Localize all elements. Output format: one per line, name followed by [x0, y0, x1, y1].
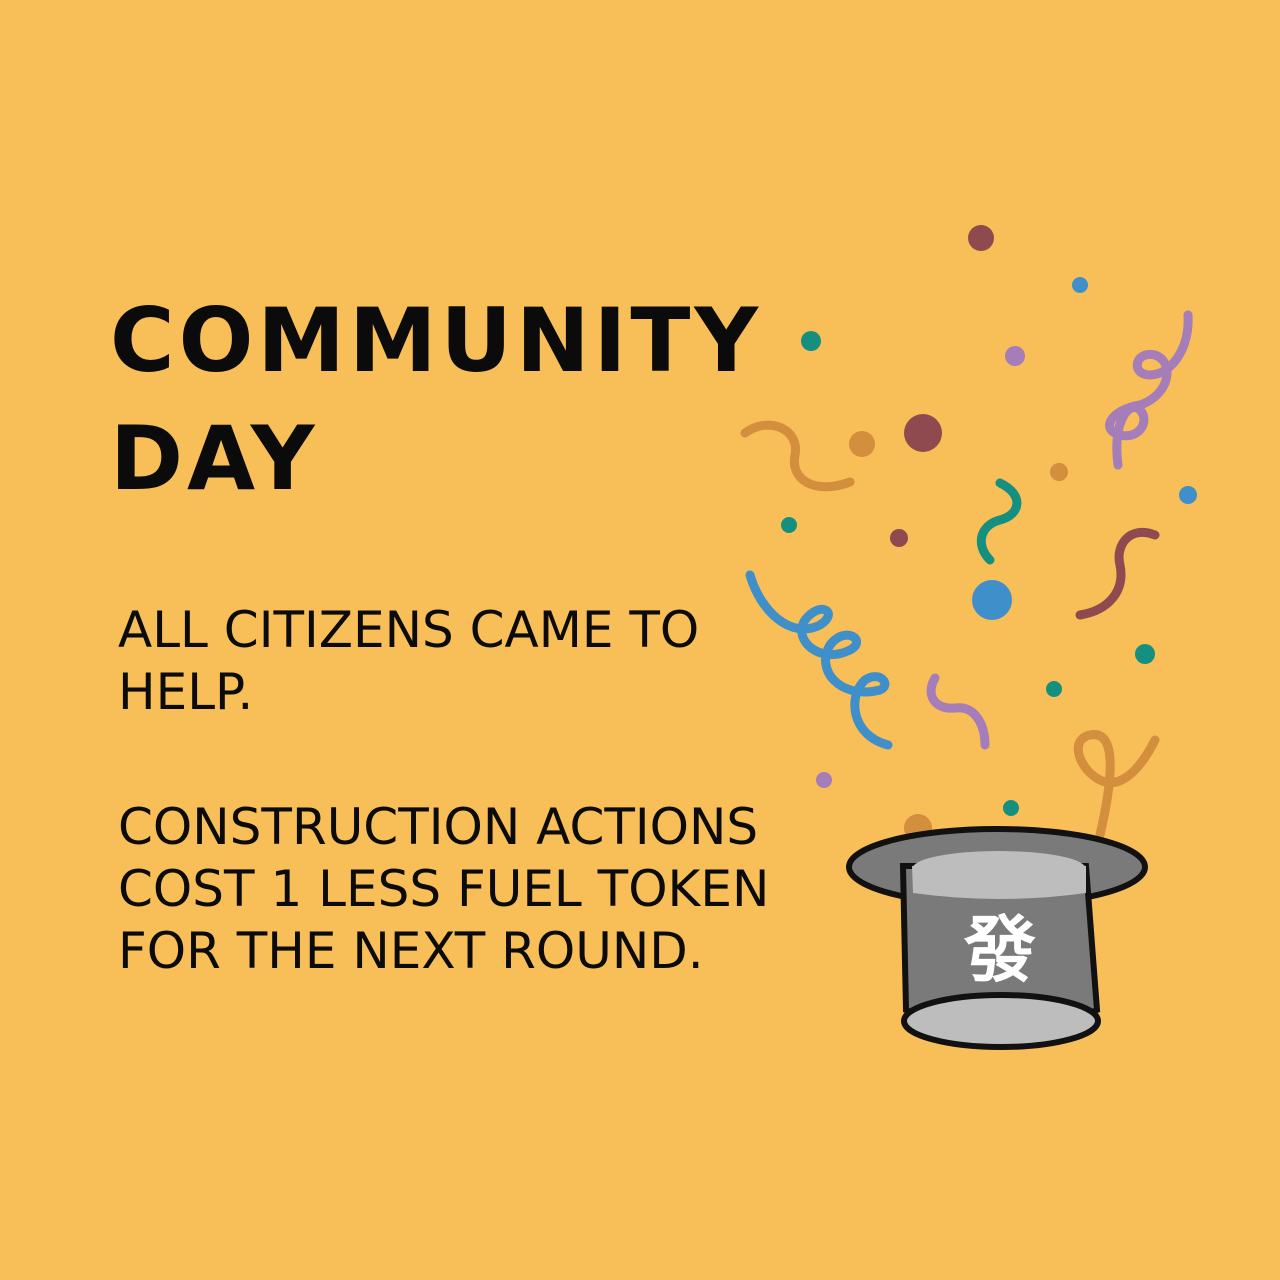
- card-title-line-1: COMMUNITY: [110, 289, 763, 392]
- effect-text-line-2: COST 1 LESS FUEL TOKEN: [118, 860, 770, 918]
- confetti-streamer-orange: [740, 420, 855, 492]
- effect-text-line-1: CONSTRUCTION ACTIONS: [118, 798, 759, 856]
- confetti-streamer-lilac: [1105, 310, 1193, 470]
- event-card: COMMUNITY DAY ALL CITIZENS CAME TO HELP.…: [0, 0, 1280, 1280]
- card-title-line-2: DAY: [110, 407, 319, 510]
- hat-glyph: 發: [963, 908, 1036, 992]
- effect-text: CONSTRUCTION ACTIONS COST 1 LESS FUEL TO…: [118, 796, 769, 982]
- confetti-hat-illustration: 發: [740, 225, 1197, 1050]
- hat-opening: [901, 992, 1101, 1050]
- confetti-streamer-lilac-small: [926, 673, 990, 750]
- confetti-streamer-brown: [1075, 527, 1160, 620]
- flavor-text: ALL CITIZENS CAME TO HELP.: [118, 599, 699, 723]
- flavor-text-line-2: HELP.: [118, 663, 254, 721]
- confetti-streamer-orange-loop: [1073, 730, 1160, 840]
- confetti-streamer-blue: [745, 570, 893, 750]
- hat-band: [912, 859, 1086, 899]
- effect-text-line-3: FOR THE NEXT ROUND.: [118, 922, 704, 980]
- confetti-icon: [740, 310, 1193, 840]
- card-title: COMMUNITY DAY: [110, 282, 762, 518]
- flavor-text-line-1: ALL CITIZENS CAME TO: [118, 601, 700, 659]
- confetti-streamer-teal: [976, 478, 1022, 565]
